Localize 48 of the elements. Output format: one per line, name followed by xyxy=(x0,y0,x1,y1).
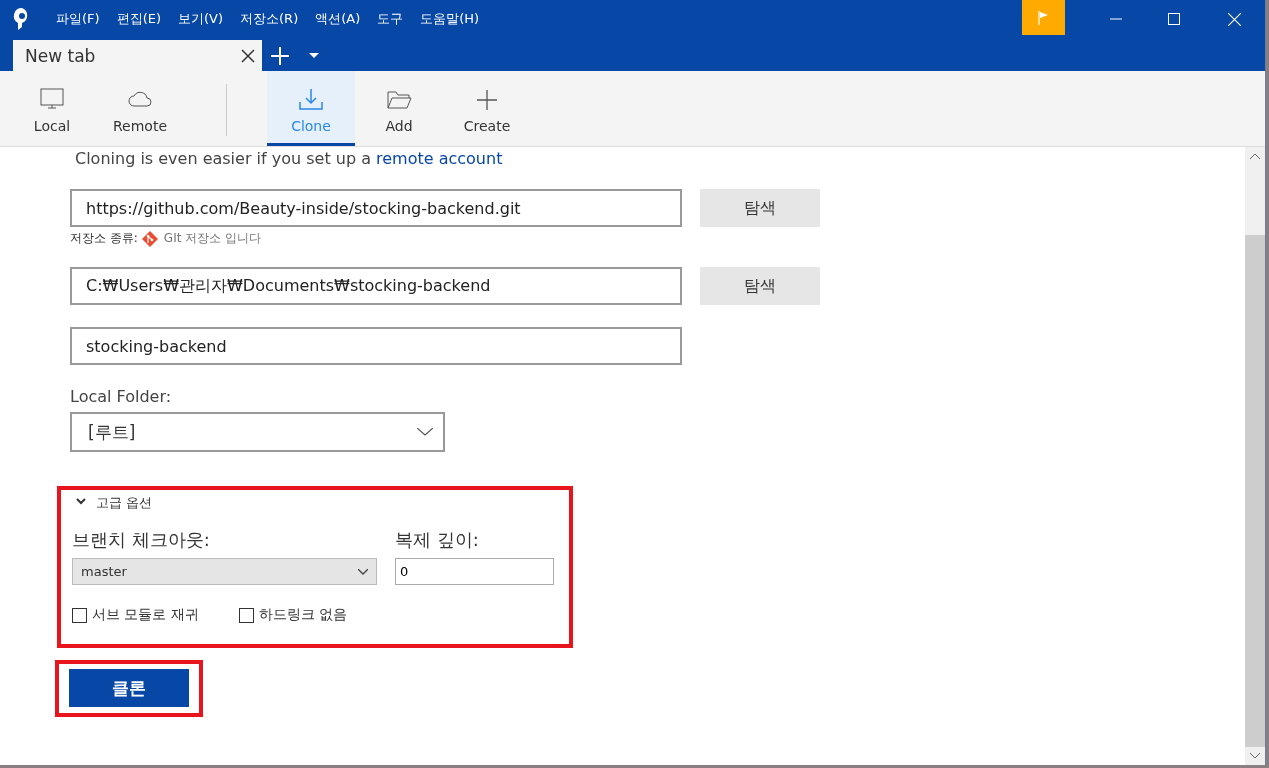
checkbox[interactable] xyxy=(238,607,254,623)
clone-button[interactable]: 클론 xyxy=(69,669,189,707)
caret-icon xyxy=(309,53,319,58)
name-field[interactable]: stocking-backend xyxy=(70,327,682,365)
notice-text: Cloning is even easier if you set up a remote account xyxy=(74,149,503,168)
menu-item[interactable]: 액션(A) xyxy=(306,10,369,28)
chevron-down-icon xyxy=(358,568,368,575)
tab-label: New tab xyxy=(25,45,96,66)
git-icon xyxy=(141,230,158,247)
folder-dropdown[interactable]: [루트] xyxy=(70,412,445,452)
download-icon xyxy=(297,86,325,112)
browse-button[interactable]: 탐색 xyxy=(700,189,820,227)
branch-dropdown[interactable]: master xyxy=(72,558,377,585)
toolbar-button[interactable]: Add xyxy=(355,71,443,146)
checkbox-label: 하드링크 없음 xyxy=(258,606,348,624)
scroll-down-icon[interactable] xyxy=(1250,753,1260,759)
path-field[interactable]: C:₩Users₩관리자₩Documents₩stocking-backend xyxy=(70,267,682,305)
branch-label: 브랜치 체크아웃: xyxy=(72,528,211,552)
menu-item[interactable]: 도움말(H) xyxy=(411,10,488,28)
monitor-icon xyxy=(38,86,66,112)
depth-label: 복제 깊이: xyxy=(395,528,480,552)
url-field[interactable]: https://github.com/Beauty-inside/stocking-backend.git xyxy=(70,189,682,227)
toolbar-button[interactable]: Remote xyxy=(96,71,184,146)
menu-item[interactable]: 파일(F) xyxy=(47,10,108,28)
toolbar-button[interactable]: Create xyxy=(443,71,531,146)
menu-item[interactable]: 보기(V) xyxy=(169,10,232,28)
menu-item[interactable]: 편집(E) xyxy=(107,10,169,28)
depth-field[interactable]: 0 xyxy=(395,558,554,585)
tab[interactable]: New tab xyxy=(13,40,262,71)
close-icon xyxy=(1227,12,1241,26)
menu-item[interactable]: 저장소(R) xyxy=(231,10,307,28)
advanced-options-toggle[interactable]: 고급 옵션 xyxy=(72,494,557,512)
repo-type-label: 저장소 종류: xyxy=(70,230,138,247)
menu-item[interactable]: 도구 xyxy=(368,10,412,28)
scrollbar-thumb[interactable] xyxy=(1245,234,1265,747)
checkbox-label: 서브 모듈로 재귀 xyxy=(92,606,199,624)
maximize-icon xyxy=(1168,13,1180,25)
plus-icon xyxy=(271,46,289,65)
scroll-up-icon[interactable] xyxy=(1250,153,1260,159)
toolbar-button[interactable]: Local xyxy=(8,71,96,146)
browse-button[interactable]: 탐색 xyxy=(700,267,820,305)
chevron-down-icon xyxy=(417,428,433,436)
scrollbar[interactable] xyxy=(1245,147,1265,765)
close-icon xyxy=(241,48,255,63)
checkbox[interactable] xyxy=(72,607,87,623)
local-folder-label: Local Folder: xyxy=(70,387,172,406)
remote-account-link[interactable]: remote account xyxy=(376,149,503,168)
repo-type-text: GIt 저장소 입니다 xyxy=(163,230,262,247)
